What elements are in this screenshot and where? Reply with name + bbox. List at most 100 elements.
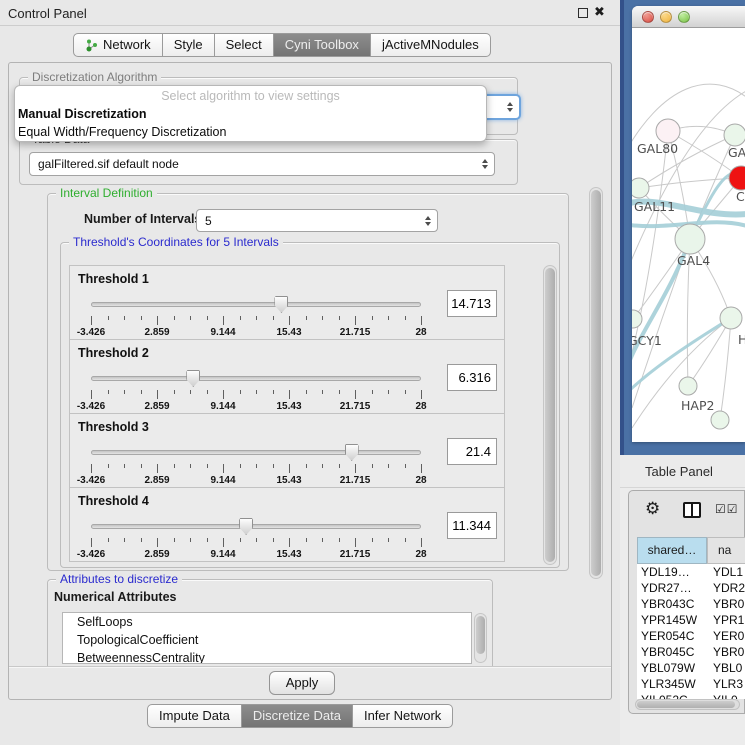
slider-track[interactable] <box>91 524 421 529</box>
table-row[interactable]: YIL052CYIL0 <box>637 692 745 699</box>
number-of-intervals-combobox[interactable]: 5 <box>196 209 438 232</box>
dropdown-placeholder-option[interactable]: Select algorithm to view settings <box>15 86 486 105</box>
group-title-thresholds: Threshold's Coordinates for 5 Intervals <box>69 235 283 249</box>
tick-label: 21.715 <box>327 327 383 338</box>
cell-shared-name: YIL052C <box>637 692 707 699</box>
slider-track[interactable] <box>91 376 421 381</box>
tick-label: -3.426 <box>63 475 119 486</box>
network-canvas[interactable]: GAL80 GA C GAL11 GAL4 GCY1 H HAP2 <box>632 28 745 442</box>
table-horizontal-scrollbar[interactable] <box>635 699 740 710</box>
slider-track[interactable] <box>91 302 421 307</box>
threshold-slider[interactable]: -3.4262.8599.14415.4321.71528 <box>91 370 421 412</box>
slider-ticks <box>91 316 421 325</box>
node-label-gal4: GAL4 <box>677 253 710 268</box>
network-icon <box>85 38 98 52</box>
node-h[interactable] <box>720 307 742 329</box>
node-hap2[interactable] <box>679 377 697 395</box>
table-row[interactable]: YBR043CYBR0 <box>637 596 745 612</box>
settings-scrollbar[interactable] <box>589 187 603 579</box>
node-label-h-clipped: H <box>738 332 745 347</box>
slider-thumb-icon[interactable] <box>239 518 253 535</box>
table-row[interactable]: YLR345WYLR3 <box>637 676 745 692</box>
slider-thumb-icon[interactable] <box>186 370 200 387</box>
table-row[interactable]: YPR145WYPR1 <box>637 612 745 628</box>
column-header-shared[interactable]: shared… <box>637 537 707 564</box>
zoom-traffic-light[interactable] <box>678 11 690 23</box>
node-clipped-top-right[interactable] <box>724 124 745 146</box>
column-header-name[interactable]: na <box>707 537 745 564</box>
apply-button[interactable]: Apply <box>269 671 335 695</box>
threshold-value-field[interactable]: 14.713 <box>447 290 497 317</box>
cell-shared-name: YLR345W <box>637 676 707 692</box>
tick-label: 2.859 <box>129 327 185 338</box>
close-icon[interactable]: ✖ <box>594 4 605 20</box>
minimize-traffic-light[interactable] <box>660 11 672 23</box>
node-red-selected[interactable] <box>729 166 745 190</box>
tab-select[interactable]: Select <box>215 33 274 57</box>
tab-select-label: Select <box>226 34 262 56</box>
tab-style-label: Style <box>174 34 203 56</box>
node-table[interactable]: shared… na YDL19…YDL1YDR27…YDR2YBR043CYB… <box>637 537 745 699</box>
table-row[interactable]: YDL19…YDL1 <box>637 564 745 580</box>
close-traffic-light[interactable] <box>642 11 654 23</box>
attribute-item-betweennesscentrality[interactable]: BetweennessCentrality <box>63 649 471 664</box>
tab-jactivemnodules[interactable]: jActiveMNodules <box>371 33 491 57</box>
numerical-attributes-list[interactable]: SelfLoopsTopologicalCoefficientBetweenne… <box>62 612 472 664</box>
gear-icon[interactable]: ⚙ <box>645 499 660 519</box>
attribute-item-selfloops[interactable]: SelfLoops <box>63 613 471 631</box>
table-row[interactable]: YBR045CYBR0 <box>637 644 745 660</box>
tick-label: 21.715 <box>327 549 383 560</box>
table-row[interactable]: YBL079WYBL0 <box>637 660 745 676</box>
slider-track[interactable] <box>91 450 421 455</box>
attribute-item-topologicalcoefficient[interactable]: TopologicalCoefficient <box>63 631 471 649</box>
slider-ticks <box>91 538 421 547</box>
threshold-panel-4: Threshold 4-3.4262.8599.14415.4321.71528… <box>69 487 505 562</box>
bottom-tab-impute-data-label: Impute Data <box>159 705 230 727</box>
split-columns-icon[interactable] <box>683 502 701 518</box>
thresholds-scrollbar[interactable] <box>543 265 557 565</box>
tab-cyni-toolbox[interactable]: Cyni Toolbox <box>274 33 371 57</box>
attributes-list-scrollbar[interactable] <box>474 613 487 663</box>
threshold-value-field[interactable]: 21.4 <box>447 438 497 465</box>
slider-thumb-icon[interactable] <box>274 296 288 313</box>
bottom-tab-infer-network[interactable]: Infer Network <box>353 704 453 728</box>
bottom-tab-discretize-data[interactable]: Discretize Data <box>242 704 353 728</box>
table-panel-box: ⚙ ☑☑ shared… na YDL19…YDL1YDR27…YDR2YBR0… <box>628 490 745 714</box>
threshold-label: Threshold 1 <box>78 272 149 286</box>
cell-shared-name: YDL19… <box>637 564 707 580</box>
cyni-toolbox-content: Discretization Algorithm Select algorith… <box>8 62 612 700</box>
float-window-icon[interactable] <box>578 8 588 18</box>
tab-style[interactable]: Style <box>163 33 215 57</box>
threshold-slider[interactable]: -3.4262.8599.14415.4321.71528 <box>91 296 421 338</box>
threshold-list: Threshold 1 -3.4262.8599.14415.4321.71528… <box>61 265 535 567</box>
dropdown-option-equal-width[interactable]: Equal Width/Frequency Discretization <box>15 123 486 141</box>
tab-network-label: Network <box>103 34 151 56</box>
node-gal80[interactable] <box>656 119 680 143</box>
slider-ticks <box>91 390 421 399</box>
table-data-combobox[interactable]: galFiltered.sif default node <box>29 152 495 176</box>
cell-shared-name: YBR045C <box>637 644 707 660</box>
bottom-tab-impute-data[interactable]: Impute Data <box>147 704 242 728</box>
node-gal4[interactable] <box>675 224 705 254</box>
cell-name: YBL0 <box>707 660 745 676</box>
threshold-slider[interactable]: -3.4262.8599.14415.4321.71528 <box>91 518 421 560</box>
bottom-tab-discretize-data-label: Discretize Data <box>253 705 341 727</box>
dropdown-option-manual[interactable]: Manual Discretization <box>15 105 486 123</box>
tick-label: 2.859 <box>129 549 185 560</box>
thresholds-group: Threshold's Coordinates for 5 Intervals … <box>60 242 560 568</box>
table-panel-title: Table Panel <box>645 464 713 479</box>
tick-label: 9.144 <box>195 475 251 486</box>
group-title-interval-definition: Interval Definition <box>56 186 157 200</box>
node-bottom[interactable] <box>711 411 729 429</box>
table-row[interactable]: YDR27…YDR2 <box>637 580 745 596</box>
tab-network[interactable]: Network <box>73 33 163 57</box>
node-gal11[interactable] <box>632 178 649 198</box>
slider-thumb-icon[interactable] <box>345 444 359 461</box>
number-of-intervals-value: 5 <box>205 210 212 232</box>
threshold-slider[interactable]: -3.4262.8599.14415.4321.71528 <box>91 444 421 486</box>
cell-name: YIL0 <box>707 692 745 699</box>
threshold-value-field[interactable]: 6.316 <box>447 364 497 391</box>
threshold-value-field[interactable]: 11.344 <box>447 512 497 539</box>
table-row[interactable]: YER054CYER0 <box>637 628 745 644</box>
checkbox-filter-icons[interactable]: ☑☑ <box>715 502 739 516</box>
